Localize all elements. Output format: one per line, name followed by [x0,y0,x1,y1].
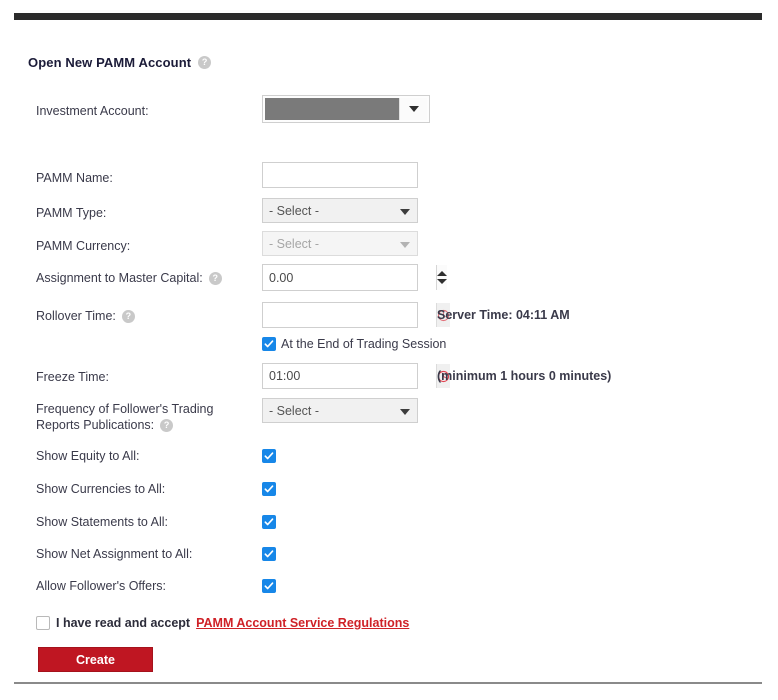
assignment-label-text: Assignment to Master Capital: [36,271,203,285]
toggle-checkbox-1[interactable] [262,480,276,498]
end-of-session-checkbox[interactable] [262,337,276,351]
show-statements-checkbox[interactable] [262,514,276,529]
pamm-type-select[interactable]: - Select - [262,198,418,223]
terms-row[interactable]: I have read and accept PAMM Account Serv… [36,616,409,630]
pamm-type-label: PAMM Type: [36,206,107,220]
end-of-session-row[interactable]: At the End of Trading Session [262,337,446,351]
rollover-time-input[interactable] [263,303,436,327]
frequency-value: - Select - [269,403,320,418]
help-circle-icon[interactable]: ? [121,309,135,323]
server-time-text: Server Time: 04:11 AM [437,308,570,322]
assignment-stepper[interactable] [262,264,447,291]
rollover-time-label-text: Rollover Time: [36,309,116,323]
pamm-type-value: - Select - [269,203,320,218]
pamm-name-field[interactable] [262,162,418,188]
assignment-input[interactable] [263,265,436,290]
investment-account-select[interactable] [262,95,430,123]
freeze-time-label: Freeze Time: [36,370,109,384]
investment-account-value [265,98,399,120]
arrow-up-icon[interactable] [437,271,447,276]
chevron-down-icon [400,241,410,248]
show-net-assignment-checkbox[interactable] [262,546,276,561]
investment-account-label: Investment Account: [36,104,149,118]
terms-link[interactable]: PAMM Account Service Regulations [196,616,409,630]
show-currencies-checkbox[interactable] [262,481,276,496]
assignment-spinner-buttons[interactable] [436,265,447,290]
help-circle-icon[interactable]: ? [208,271,222,285]
chevron-down-icon [400,208,410,215]
create-button[interactable]: Create [38,647,153,672]
rollover-time-label: Rollover Time: ? [36,308,135,324]
help-circle-icon[interactable]: ? [160,418,174,432]
freeze-time-input[interactable] [263,364,436,388]
help-circle-icon[interactable]: ? [198,56,212,69]
terms-text: I have read and accept [56,616,191,630]
toggle-label-2: Show Statements to All: [36,515,169,529]
pamm-name-input[interactable] [262,162,418,188]
frequency-label-line2: Reports Publications: [36,418,155,432]
frequency-select[interactable]: - Select - [262,398,418,423]
toggle-label-3: Show Net Assignment to All: [36,547,193,561]
pamm-currency-value: - Select - [269,236,320,251]
pamm-name-label: PAMM Name: [36,171,113,185]
end-of-session-label: At the End of Trading Session [281,337,447,351]
toggle-checkbox-2[interactable] [262,513,276,531]
toggle-checkbox-4[interactable] [262,577,276,595]
toggle-checkbox-0[interactable] [262,447,276,465]
chevron-down-icon[interactable] [399,98,427,120]
page-title: Open New PAMM Account ? [28,55,212,70]
assignment-label: Assignment to Master Capital: ? [36,270,222,286]
pamm-currency-label: PAMM Currency: [36,239,131,253]
toggle-label-1: Show Currencies to All: [36,482,166,496]
chevron-down-icon [400,408,410,415]
pamm-account-page: Open New PAMM Account ? Investment Accou… [0,0,778,700]
show-equity-checkbox[interactable] [262,448,276,463]
frequency-label-line1: Frequency of Follower's Trading [36,402,214,416]
toggle-label-4: Allow Follower's Offers: [36,579,166,593]
page-title-text: Open New PAMM Account [28,55,192,70]
toggle-checkbox-3[interactable] [262,545,276,563]
frequency-label: Frequency of Follower's Trading Reports … [36,401,261,433]
allow-follower-offers-checkbox[interactable] [262,578,276,593]
freeze-time-field[interactable] [262,363,450,389]
rollover-time-field[interactable] [262,302,450,328]
toggle-label-0: Show Equity to All: [36,449,140,463]
freeze-time-hint: (minimum 1 hours 0 minutes) [437,369,612,383]
top-divider-bar [14,13,762,20]
bottom-divider-rule [14,682,762,684]
pamm-currency-select[interactable]: - Select - [262,231,418,256]
terms-checkbox[interactable] [36,616,50,630]
arrow-down-icon[interactable] [437,279,447,284]
